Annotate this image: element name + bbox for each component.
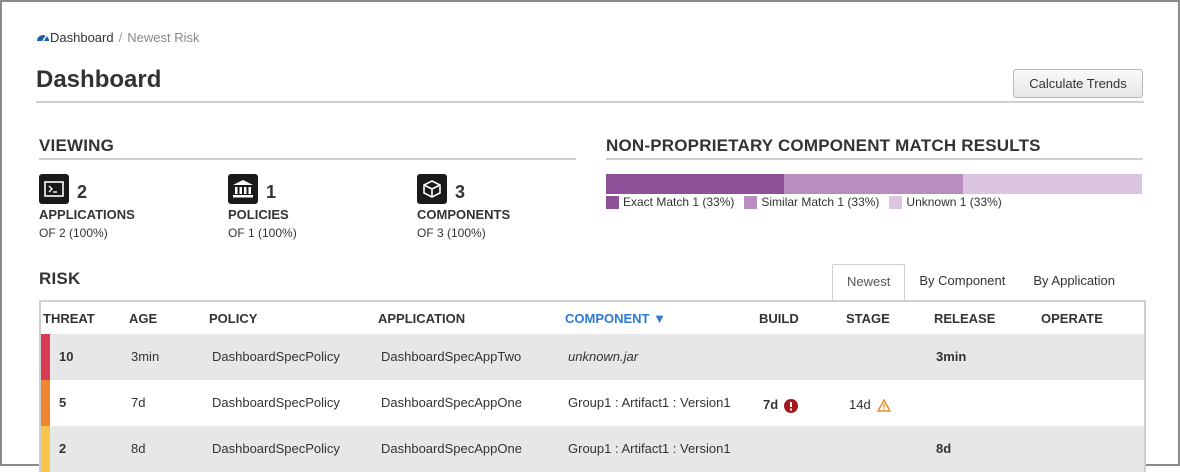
tab-by-application[interactable]: By Application — [1019, 264, 1129, 301]
viewing-heading: VIEWING — [39, 136, 115, 155]
applications-count: 2 — [77, 181, 88, 202]
match-results-legend: Exact Match 1 (33%) Similar Match 1 (33%)… — [606, 195, 1012, 209]
col-component[interactable]: COMPONENT ▼ — [565, 311, 666, 326]
legend-item: Similar Match 1 (33%) — [744, 195, 879, 209]
cube-icon — [417, 174, 447, 204]
breadcrumb-current: Newest Risk — [127, 30, 200, 45]
release-value: 8d — [936, 441, 952, 456]
threat-value: 2 — [59, 441, 67, 456]
age-value: 3min — [131, 349, 160, 364]
match-results-divider — [606, 158, 1143, 160]
age-value: 7d — [131, 395, 146, 410]
sort-desc-icon: ▼ — [653, 311, 666, 326]
col-release[interactable]: RELEASE — [934, 311, 995, 326]
applications-sub: OF 2 (100%) — [39, 226, 108, 240]
release-value: 3min — [936, 349, 967, 364]
calculate-trends-button[interactable]: Calculate Trends — [1013, 69, 1143, 98]
warning-icon — [876, 399, 891, 412]
match-segment[interactable] — [606, 174, 785, 194]
legend-label: Exact Match 1 (33%) — [623, 195, 735, 209]
threat-level-bar — [41, 334, 50, 380]
build-age: 7d — [763, 397, 779, 412]
viewing-divider — [39, 158, 576, 160]
legend-item: Unknown 1 (33%) — [889, 195, 1002, 209]
application-value: DashboardSpecAppTwo — [381, 349, 522, 364]
match-results-bar — [606, 174, 1142, 194]
col-application[interactable]: APPLICATION — [378, 311, 465, 326]
bank-icon — [228, 174, 258, 204]
legend-swatch — [606, 195, 619, 209]
application-value: DashboardSpecAppOne — [381, 395, 522, 410]
stage-value: 14d — [849, 397, 891, 412]
table-row[interactable]: 5 7d DashboardSpecPolicy DashboardSpecAp… — [41, 380, 1144, 426]
table-row[interactable]: 10 3min DashboardSpecPolicy DashboardSpe… — [41, 334, 1144, 380]
components-label: COMPONENTS — [417, 207, 511, 222]
legend-swatch — [744, 195, 758, 209]
page-title: Dashboard — [36, 66, 162, 93]
col-age[interactable]: AGE — [129, 311, 157, 326]
threat-level-bar — [41, 380, 50, 426]
col-component-label: COMPONENT — [565, 311, 650, 326]
tab-by-component[interactable]: By Component — [905, 264, 1019, 301]
build-value: 7d — [763, 397, 799, 413]
table-row[interactable]: 2 8d DashboardSpecPolicy DashboardSpecAp… — [41, 426, 1144, 472]
col-stage[interactable]: STAGE — [846, 311, 890, 326]
risk-table-header: THREAT AGE POLICY APPLICATION COMPONENT … — [41, 302, 1144, 334]
risk-heading: RISK — [39, 269, 81, 288]
breadcrumb-separator: / — [118, 30, 123, 45]
terminal-icon — [39, 174, 69, 204]
component-value: unknown.jar — [568, 349, 639, 364]
policy-value: DashboardSpecPolicy — [212, 441, 340, 456]
stat-applications[interactable]: 2 APPLICATIONS OF 2 (100%) — [39, 174, 135, 240]
match-segment[interactable] — [962, 174, 1142, 194]
dashboard-gauge-icon[interactable] — [36, 32, 50, 42]
component-value: Group1 : Artifact1 : Version1 — [568, 441, 731, 456]
policy-value: DashboardSpecPolicy — [212, 349, 340, 364]
col-threat[interactable]: THREAT — [43, 311, 95, 326]
threat-value: 5 — [59, 395, 67, 410]
breadcrumb-dashboard-link[interactable]: Dashboard — [50, 30, 114, 45]
components-sub: OF 3 (100%) — [417, 226, 486, 240]
tab-newest[interactable]: Newest — [832, 264, 906, 302]
legend-swatch — [889, 195, 903, 209]
stage-age: 14d — [849, 397, 871, 412]
legend-label: Unknown 1 (33%) — [906, 195, 1002, 209]
error-icon — [784, 398, 799, 413]
threat-value: 10 — [59, 349, 74, 364]
age-value: 8d — [131, 441, 146, 456]
risk-tabs: Newest By Component By Application — [832, 264, 1129, 302]
col-build[interactable]: BUILD — [759, 311, 799, 326]
application-value: DashboardSpecAppOne — [381, 441, 522, 456]
col-operate[interactable]: OPERATE — [1041, 311, 1103, 326]
match-results-heading: NON-PROPRIETARY COMPONENT MATCH RESULTS — [606, 136, 1041, 155]
col-policy[interactable]: POLICY — [209, 311, 257, 326]
legend-label: Similar Match 1 (33%) — [761, 195, 880, 209]
title-divider — [36, 101, 1144, 103]
policies-label: POLICIES — [228, 207, 289, 222]
policies-sub: OF 1 (100%) — [228, 226, 297, 240]
components-count: 3 — [455, 181, 466, 202]
component-value: Group1 : Artifact1 : Version1 — [568, 395, 731, 410]
threat-level-bar — [41, 426, 50, 472]
legend-item: Exact Match 1 (33%) — [606, 195, 734, 209]
stat-policies[interactable]: 1 POLICIES OF 1 (100%) — [228, 174, 297, 240]
policy-value: DashboardSpecPolicy — [212, 395, 340, 410]
breadcrumb: Dashboard / Newest Risk — [36, 30, 199, 45]
applications-label: APPLICATIONS — [39, 207, 135, 222]
stat-components[interactable]: 3 COMPONENTS OF 3 (100%) — [417, 174, 510, 240]
match-segment[interactable] — [784, 174, 963, 194]
risk-table: THREAT AGE POLICY APPLICATION COMPONENT … — [39, 300, 1146, 472]
policies-count: 1 — [266, 181, 277, 202]
